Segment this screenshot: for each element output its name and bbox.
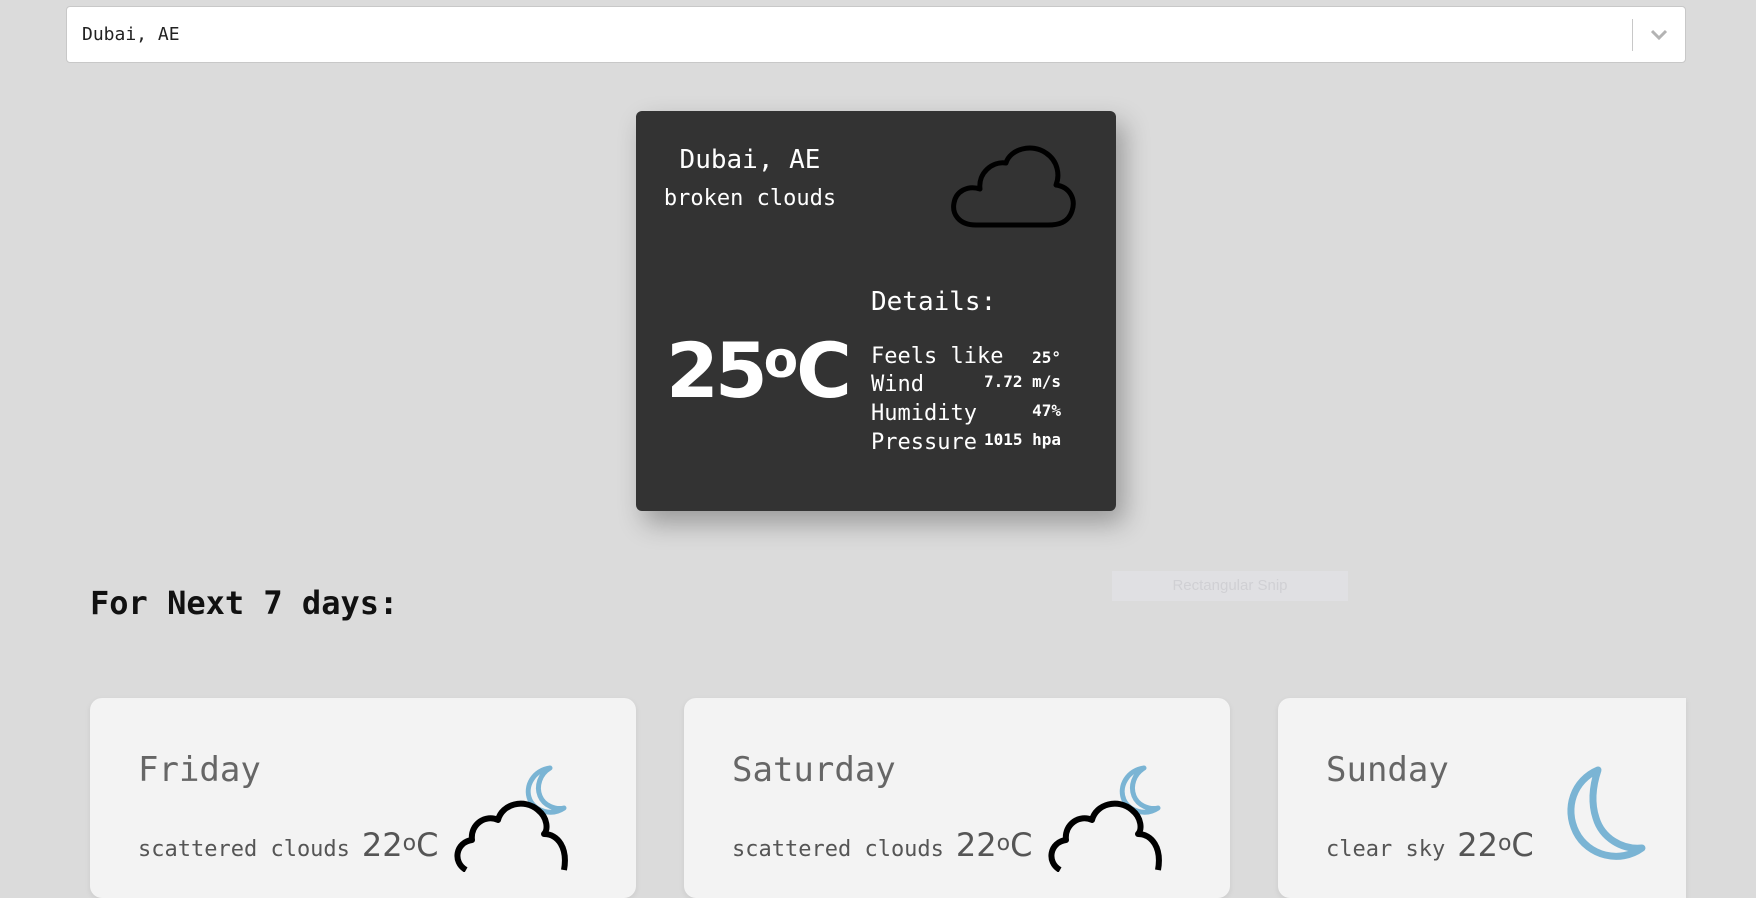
forecast-day-name: Friday xyxy=(138,750,261,790)
chevron-down-icon[interactable] xyxy=(1633,7,1685,62)
forecast-temperature: 22oC xyxy=(955,826,1033,864)
current-weather-card: Dubai, AE broken clouds 25oC Details: Fe… xyxy=(636,111,1116,511)
forecast-card-saturday[interactable]: Saturday scattered clouds 22oC xyxy=(684,698,1230,898)
forecast-title: For Next 7 days: xyxy=(90,584,399,622)
forecast-temperature: 22oC xyxy=(1457,826,1534,864)
cloud-moon-icon xyxy=(452,762,582,876)
forecast-card-sunday[interactable]: Sunday clear sky 22oC xyxy=(1278,698,1686,898)
weather-description: broken clouds xyxy=(663,186,837,211)
details-title: Details: xyxy=(871,287,997,317)
detail-feels-like: Feels like 25° xyxy=(871,344,1061,369)
forecast-day-name: Saturday xyxy=(732,750,896,790)
forecast-day-name: Sunday xyxy=(1326,750,1449,790)
cloud-moon-icon xyxy=(1046,762,1176,876)
detail-wind: Wind 7.72 m/s xyxy=(871,372,1061,397)
snip-tooltip: Rectangular Snip xyxy=(1112,571,1348,601)
forecast-description: scattered clouds 22oC xyxy=(138,826,439,864)
cloud-icon xyxy=(948,143,1078,237)
location-select[interactable]: Dubai, AE xyxy=(66,6,1686,63)
city-name: Dubai, AE xyxy=(679,145,821,175)
detail-pressure: Pressure 1015 hpa xyxy=(871,430,1061,455)
location-select-value: Dubai, AE xyxy=(82,24,180,45)
detail-humidity: Humidity 47% xyxy=(871,401,1061,426)
current-temperature: 25oC xyxy=(666,326,852,415)
moon-icon xyxy=(1556,766,1666,870)
forecast-description: scattered clouds 22oC xyxy=(732,826,1033,864)
forecast-card-friday[interactable]: Friday scattered clouds 22oC xyxy=(90,698,636,898)
forecast-temperature: 22oC xyxy=(361,826,439,864)
forecast-description: clear sky 22oC xyxy=(1326,826,1534,864)
